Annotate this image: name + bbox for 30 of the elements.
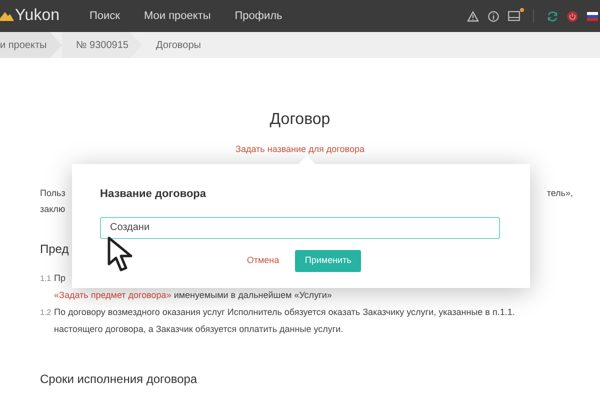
paragraph-text: тель», (546, 187, 573, 200)
contract-name-input[interactable]: Создани (100, 216, 500, 238)
mountain-logo-icon (0, 11, 14, 21)
paragraph-text: заклю (40, 203, 66, 216)
paragraph-text: Польз (40, 187, 66, 200)
clause-text: «Задать предмет договора» именуемыми в дальнейшем «Услуги» (54, 289, 332, 302)
flag-icon[interactable] (587, 12, 598, 20)
section-heading: Сроки исполнения договора (40, 371, 198, 388)
nav-link[interactable]: Профиль (234, 8, 282, 24)
clause-number: 1.2 (40, 307, 52, 319)
info-icon[interactable] (488, 10, 499, 22)
dialog-title: Название договора (100, 187, 208, 202)
power-icon[interactable] (567, 10, 578, 22)
message-icon[interactable] (508, 11, 520, 21)
cancel-link[interactable]: Отмена (240, 254, 286, 268)
breadcrumb-item[interactable]: и проекты (0, 32, 62, 58)
nav-link[interactable]: Поиск (89, 8, 120, 24)
clause-text: настоящего договора, а Заказчик обязуется оплатить данные услуги. (54, 323, 344, 336)
nav-link[interactable]: Мои проекты (144, 8, 211, 24)
clause-text: Пр (54, 272, 66, 285)
apply-button[interactable]: Применить (295, 250, 362, 272)
document-title: Договор (268, 110, 332, 130)
set-title-link[interactable]: Задать название для договора (236, 144, 364, 154)
clause-number: 1.1 (40, 273, 52, 285)
breadcrumb-item[interactable]: № 9300915 (62, 32, 142, 58)
warning-icon[interactable] (467, 10, 479, 22)
section-heading: Пред (40, 241, 69, 258)
refresh-icon[interactable] (547, 10, 558, 22)
clause-text: По договору возмездного оказания услуг Исполнитель обязуется оказать Заказчику услуги, указанные в п.1.1. (54, 306, 515, 319)
logo-text[interactable]: Yukon (15, 4, 60, 28)
